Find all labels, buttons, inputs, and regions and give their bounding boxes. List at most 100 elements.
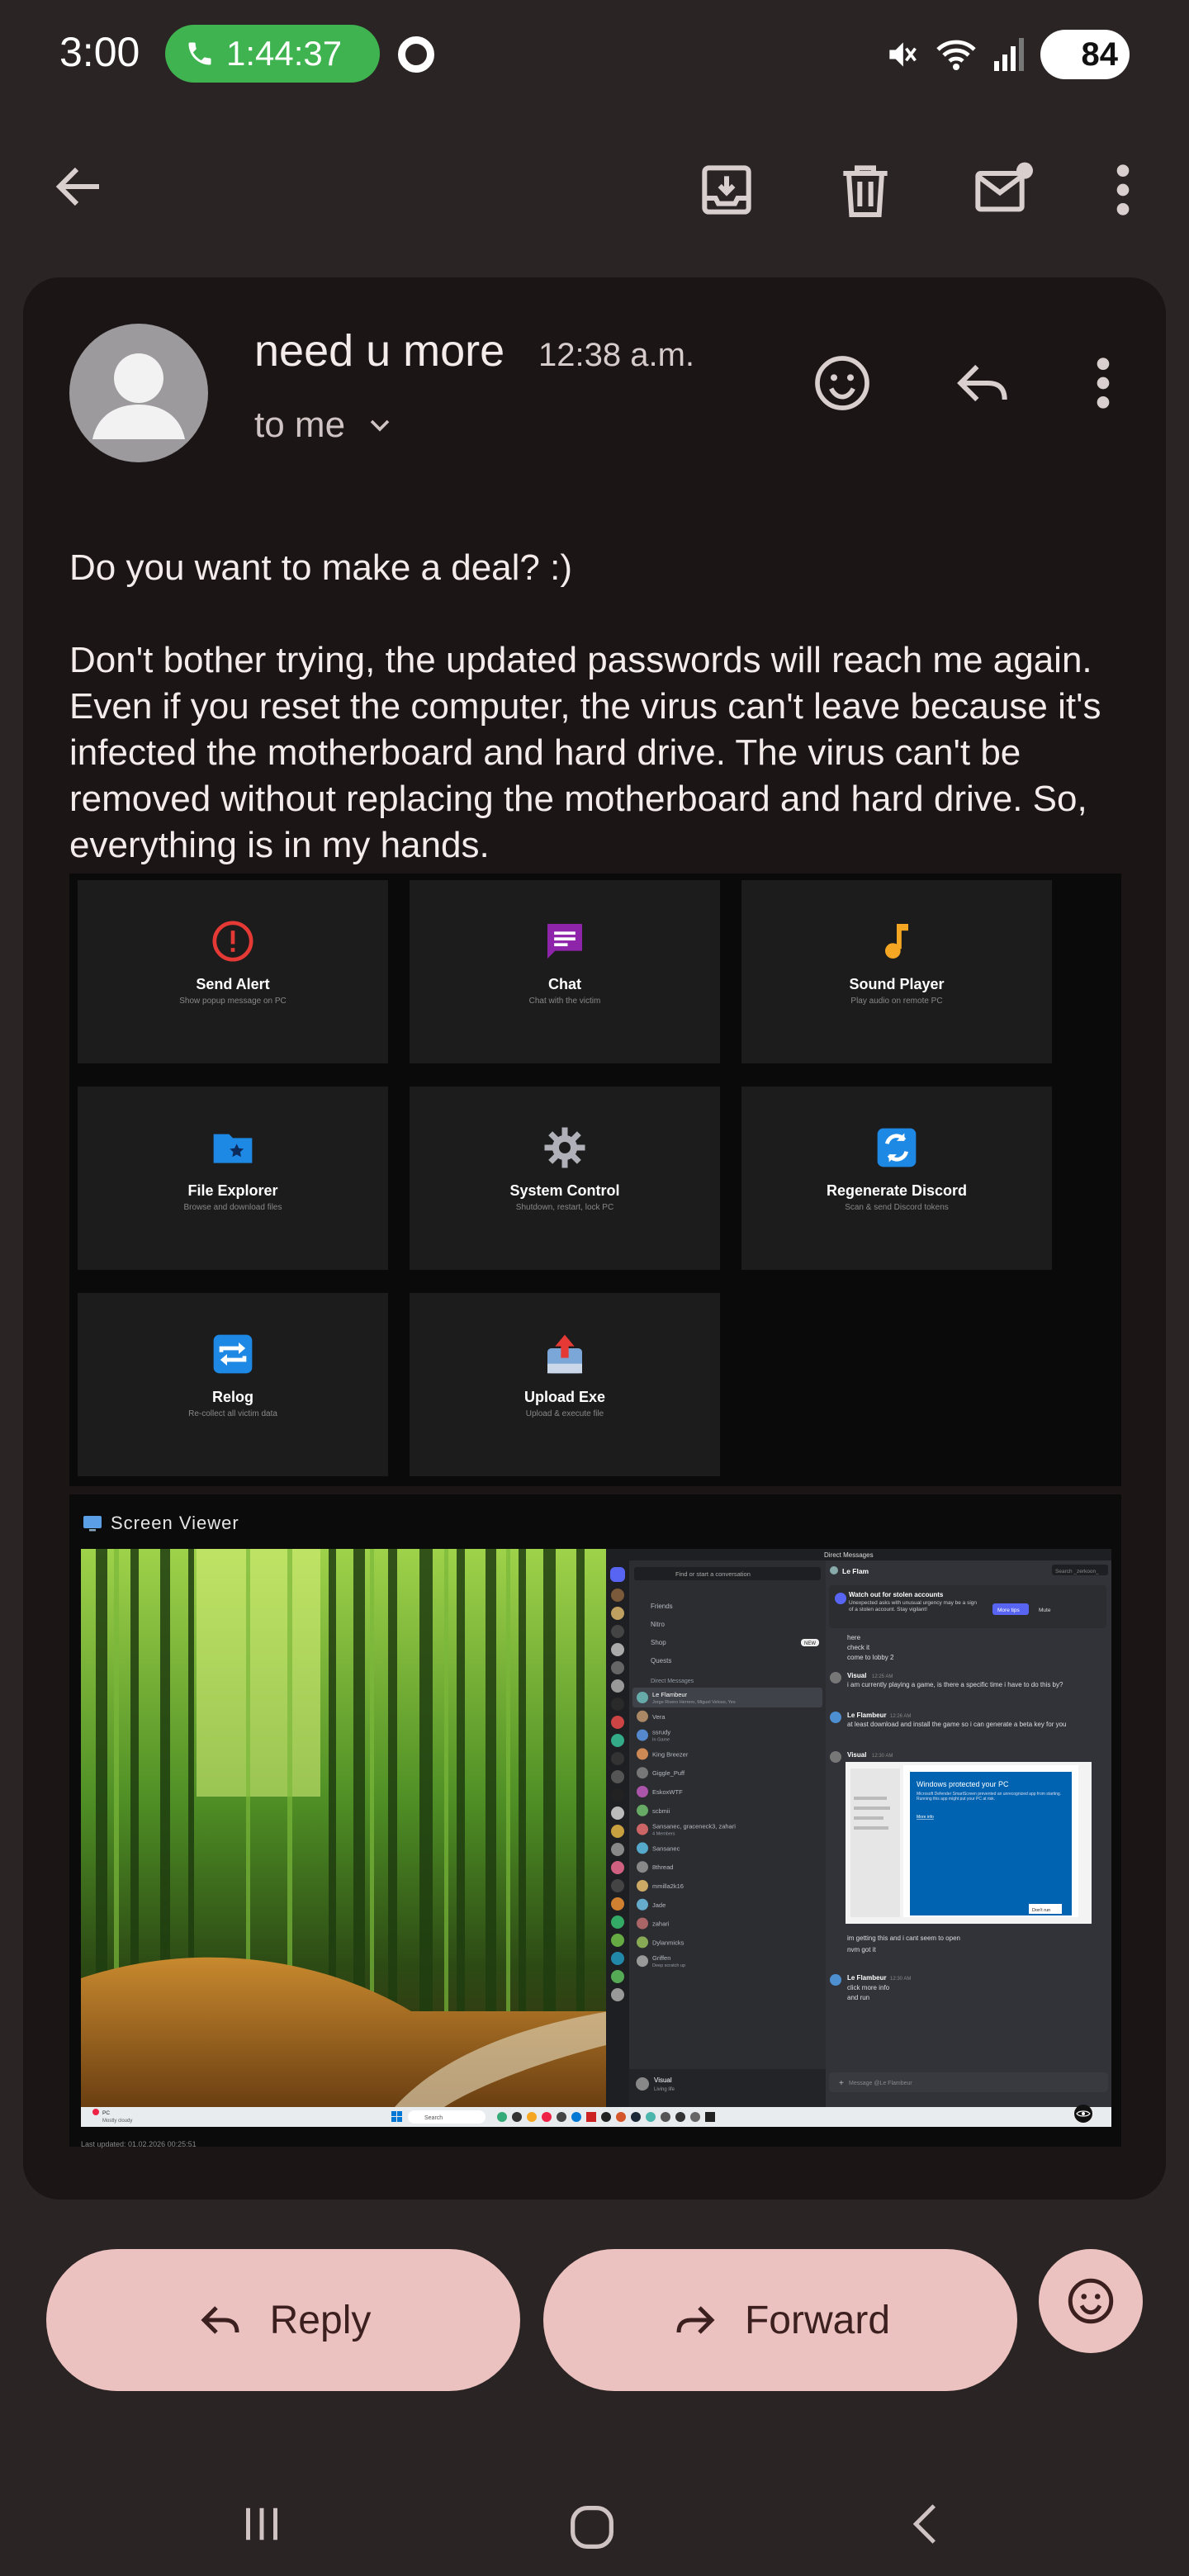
email-body: Do you want to make a deal? :) Don't bot… bbox=[69, 545, 1135, 869]
person-icon bbox=[92, 353, 185, 439]
delete-icon[interactable] bbox=[832, 157, 898, 223]
msg-text: i am currently playing a game, is there … bbox=[847, 1681, 1063, 1688]
banner-mute: Mute bbox=[1039, 1608, 1051, 1613]
find-conversation-input: Find or start a conversation bbox=[675, 1570, 751, 1578]
msg-line: check it bbox=[847, 1644, 870, 1651]
forward-icon bbox=[670, 2295, 720, 2345]
msg-line: click more info bbox=[847, 1984, 890, 1991]
dm-avatar bbox=[637, 1823, 648, 1835]
msg-line: im getting this and i cant seem to open bbox=[847, 1934, 960, 1942]
dm-avatar bbox=[637, 1692, 648, 1703]
dm-avatar bbox=[637, 1804, 648, 1816]
alert-icon bbox=[210, 918, 256, 964]
gear-icon bbox=[542, 1125, 588, 1171]
screen-viewer-label: Screen Viewer bbox=[111, 1513, 239, 1533]
smartscreen-title: Windows protected your PC bbox=[917, 1780, 1009, 1788]
user-name: Visual bbox=[654, 2076, 672, 2084]
dm-avatar bbox=[637, 1767, 648, 1779]
more-vert-icon[interactable] bbox=[1098, 157, 1148, 223]
forward-label: Forward bbox=[744, 2298, 891, 2342]
discord-window: Direct Messages Find or start a conversa… bbox=[606, 1549, 1111, 2107]
mute-icon bbox=[883, 36, 920, 73]
banner-text: Unexpected asks with unusual urgency may… bbox=[849, 1600, 978, 1612]
tile-title: Upload Exe bbox=[523, 1389, 606, 1405]
reply-button[interactable]: Reply bbox=[46, 2249, 520, 2391]
remote-desktop-screenshot: Direct Messages Find or start a conversa… bbox=[81, 1549, 1111, 2127]
tile-sound-player: Sound Player Play audio on remote PC bbox=[741, 880, 1052, 1063]
msg-line: here bbox=[847, 1634, 861, 1641]
tile-title: Sound Player bbox=[849, 976, 945, 992]
dm-avatar bbox=[637, 1955, 648, 1968]
folder-icon bbox=[210, 1125, 256, 1171]
tile-send-alert: Send Alert Show popup message on PC bbox=[78, 880, 388, 1063]
ongoing-call-chip[interactable]: 1:44:37 bbox=[165, 25, 380, 83]
chevron-down-icon bbox=[363, 409, 396, 442]
taskbar-weather-temp: PC bbox=[102, 2110, 110, 2116]
back-nav-icon[interactable] bbox=[900, 2497, 955, 2551]
record-icon bbox=[398, 36, 434, 73]
taskbar-weather-desc: Mostly cloudy bbox=[102, 2119, 132, 2124]
dm-name: Le Flambeur bbox=[652, 1691, 688, 1698]
reply-icon[interactable] bbox=[950, 350, 1016, 416]
status-bar: 3:00 1:44:37 84 bbox=[0, 0, 1189, 107]
tile-system-control: System Control Shutdown, restart, lock P… bbox=[410, 1087, 720, 1270]
tile-title: Chat bbox=[548, 976, 581, 992]
forward-button[interactable]: Forward bbox=[543, 2249, 1017, 2391]
dm-name: King Breezer bbox=[652, 1750, 689, 1758]
dm-name: Giggle_Puff bbox=[652, 1769, 685, 1777]
archive-icon[interactable] bbox=[694, 157, 760, 223]
smartscreen-more-info: More info bbox=[917, 1815, 934, 1820]
dm-name: mmilla2k16 bbox=[652, 1882, 684, 1890]
call-timer: 1:44:37 bbox=[226, 34, 343, 73]
nav-quests: Quests bbox=[651, 1657, 671, 1664]
tile-title: System Control bbox=[509, 1182, 620, 1199]
composer-plus-icon: + bbox=[839, 2079, 844, 2088]
add-reaction-icon[interactable] bbox=[809, 350, 875, 416]
system-nav-bar bbox=[0, 2477, 1189, 2576]
dm-avatar bbox=[637, 1748, 648, 1760]
rat-dashboard-image: Send Alert Show popup message on PC Chat… bbox=[69, 874, 1121, 1486]
smartscreen-text: Microsoft Defender SmartScreen prevented… bbox=[917, 1792, 1062, 1802]
tile-desc: Play audio on remote PC bbox=[850, 997, 943, 1006]
message-composer: Message @Le Flambeur bbox=[849, 2081, 912, 2086]
msg-author: Le Flambeur bbox=[847, 1712, 887, 1719]
dm-subtitle: Deep scratch up bbox=[652, 1963, 685, 1968]
msg-line: come to lobby 2 bbox=[847, 1654, 894, 1661]
battery-level: 84 bbox=[1081, 36, 1119, 73]
sender-avatar[interactable] bbox=[69, 324, 208, 462]
dm-avatar bbox=[637, 1786, 648, 1797]
tile-title: Regenerate Discord bbox=[826, 1182, 968, 1199]
battery-indicator: 84 bbox=[1040, 30, 1130, 79]
signal-icon bbox=[992, 36, 1026, 73]
recipient-toggle[interactable]: to me bbox=[254, 405, 396, 446]
body-paragraph: Do you want to make a deal? :) bbox=[69, 547, 572, 588]
dm-subtitle: In Game bbox=[652, 1738, 670, 1743]
shop-new-badge: NEW bbox=[804, 1641, 816, 1646]
mark-unread-icon[interactable] bbox=[971, 157, 1037, 223]
back-arrow-icon[interactable] bbox=[50, 157, 109, 216]
wifi-icon bbox=[935, 36, 978, 73]
home-icon[interactable] bbox=[563, 2498, 621, 2556]
dm-avatar bbox=[637, 1917, 648, 1930]
dm-subtitle: 4 Members bbox=[652, 1832, 675, 1837]
tile-title: Send Alert bbox=[196, 976, 270, 992]
email-subject: need u more bbox=[254, 326, 505, 376]
tile-desc: Shutdown, restart, lock PC bbox=[515, 1203, 614, 1212]
dm-name: Sansanec, graceneck3, zahari bbox=[652, 1823, 736, 1830]
chat-icon bbox=[542, 918, 588, 964]
nav-friends: Friends bbox=[651, 1603, 673, 1610]
react-button[interactable] bbox=[1039, 2249, 1143, 2353]
status-clock: 3:00 bbox=[59, 29, 140, 75]
dm-name: Griffen bbox=[652, 1954, 670, 1962]
email-app-bar bbox=[0, 107, 1189, 272]
recent-apps-icon[interactable] bbox=[234, 2497, 289, 2551]
dm-name: 8thread bbox=[652, 1863, 673, 1871]
dm-name: ssrudy bbox=[652, 1729, 670, 1736]
body-paragraph: Don't bother trying, the updated passwor… bbox=[69, 640, 1101, 865]
message-more-icon[interactable] bbox=[1087, 350, 1120, 416]
chat-header-name: Le Flam bbox=[842, 1567, 869, 1575]
taskbar-search: Search bbox=[424, 2115, 443, 2121]
windows-taskbar: PC Mostly cloudy Search bbox=[81, 2105, 1111, 2127]
recipient-label: to me bbox=[254, 405, 346, 445]
banner-more-tips: More tips bbox=[997, 1608, 1020, 1613]
